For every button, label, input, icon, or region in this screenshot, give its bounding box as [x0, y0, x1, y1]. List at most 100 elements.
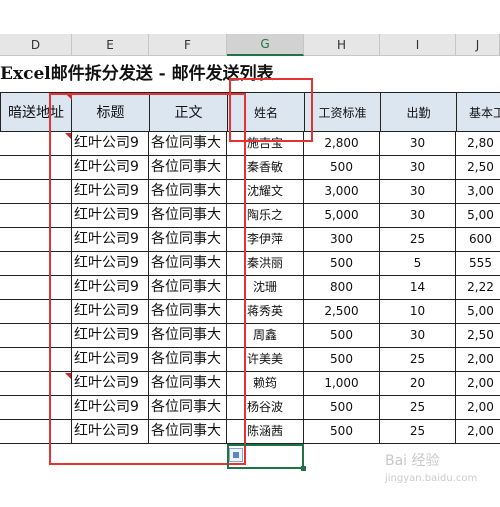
column-header-i[interactable]: I [380, 34, 456, 56]
base-cell[interactable]: 2,80 [456, 132, 500, 156]
column-header-g[interactable]: G [227, 34, 304, 56]
column-header-j[interactable]: J [456, 34, 500, 56]
bcc-cell[interactable] [0, 228, 72, 252]
bcc-cell[interactable] [0, 204, 72, 228]
wage-cell[interactable]: 500 [304, 420, 380, 444]
base-cell[interactable]: 3,00 [456, 180, 500, 204]
attendance-cell[interactable]: 25 [380, 228, 456, 252]
base-cell[interactable]: 2,22 [456, 276, 500, 300]
body-cell[interactable]: 各位同事大 [149, 324, 227, 348]
subject-cell[interactable]: 红叶公司9 [72, 348, 149, 372]
attendance-cell[interactable]: 25 [380, 420, 456, 444]
body-cell[interactable]: 各位同事大 [149, 132, 227, 156]
wage-cell[interactable]: 1,000 [304, 372, 380, 396]
name-cell[interactable]: 施吉宝 [227, 132, 304, 156]
column-header-f[interactable]: F [149, 34, 227, 56]
body-cell[interactable]: 各位同事大 [149, 252, 227, 276]
base-cell[interactable]: 5,00 [456, 204, 500, 228]
name-cell[interactable]: 沈耀文 [227, 180, 304, 204]
base-cell[interactable]: 2,00 [456, 396, 500, 420]
name-cell[interactable]: 陶乐之 [227, 204, 304, 228]
wage-cell[interactable]: 2,800 [304, 132, 380, 156]
attendance-cell[interactable]: 25 [380, 396, 456, 420]
attendance-cell[interactable]: 10 [380, 300, 456, 324]
wage-cell[interactable]: 500 [304, 252, 380, 276]
name-cell[interactable]: 许美美 [227, 348, 304, 372]
base-cell[interactable]: 2,50 [456, 324, 500, 348]
header-wage-standard[interactable]: 工资标准 [304, 92, 381, 132]
name-cell[interactable]: 沈珊 [227, 276, 304, 300]
name-cell[interactable]: 陈涵茜 [227, 420, 304, 444]
wage-cell[interactable]: 2,500 [304, 300, 380, 324]
attendance-cell[interactable]: 20 [380, 372, 456, 396]
subject-cell[interactable]: 红叶公司9 [72, 180, 149, 204]
header-bcc-address[interactable]: 暗送地址 [0, 92, 72, 132]
column-header-e[interactable]: E [72, 34, 149, 56]
header-name[interactable]: 姓名 [227, 92, 305, 132]
attendance-cell[interactable]: 25 [380, 348, 456, 372]
wage-cell[interactable]: 800 [304, 276, 380, 300]
paste-options-icon[interactable] [229, 448, 243, 462]
subject-cell[interactable]: 红叶公司9 [72, 156, 149, 180]
bcc-cell[interactable] [0, 156, 72, 180]
body-cell[interactable]: 各位同事大 [149, 156, 227, 180]
wage-cell[interactable]: 300 [304, 228, 380, 252]
attendance-cell[interactable]: 30 [380, 156, 456, 180]
bcc-cell[interactable] [0, 396, 72, 420]
body-cell[interactable]: 各位同事大 [149, 204, 227, 228]
name-cell[interactable]: 杨谷波 [227, 396, 304, 420]
wage-cell[interactable]: 500 [304, 324, 380, 348]
attendance-cell[interactable]: 14 [380, 276, 456, 300]
body-cell[interactable]: 各位同事大 [149, 372, 227, 396]
header-attendance[interactable]: 出勤 [380, 92, 457, 132]
name-cell[interactable]: 秦香敏 [227, 156, 304, 180]
fill-handle[interactable] [301, 466, 306, 471]
bcc-cell[interactable] [0, 252, 72, 276]
column-header-h[interactable]: H [304, 34, 380, 56]
name-cell[interactable]: 赖筠 [227, 372, 304, 396]
bcc-cell[interactable] [0, 372, 72, 396]
body-cell[interactable]: 各位同事大 [149, 348, 227, 372]
wage-cell[interactable]: 500 [304, 396, 380, 420]
body-cell[interactable]: 各位同事大 [149, 396, 227, 420]
column-header-d[interactable]: D [0, 34, 72, 56]
base-cell[interactable]: 2,00 [456, 348, 500, 372]
subject-cell[interactable]: 红叶公司9 [72, 396, 149, 420]
bcc-cell[interactable] [0, 276, 72, 300]
name-cell[interactable]: 李伊萍 [227, 228, 304, 252]
body-cell[interactable]: 各位同事大 [149, 420, 227, 444]
subject-cell[interactable]: 红叶公司9 [72, 204, 149, 228]
wage-cell[interactable]: 500 [304, 156, 380, 180]
subject-cell[interactable]: 红叶公司9 [72, 228, 149, 252]
body-cell[interactable]: 各位同事大 [149, 276, 227, 300]
attendance-cell[interactable]: 5 [380, 252, 456, 276]
subject-cell[interactable]: 红叶公司9 [72, 420, 149, 444]
attendance-cell[interactable]: 30 [380, 324, 456, 348]
attendance-cell[interactable]: 30 [380, 180, 456, 204]
name-cell[interactable]: 蒋秀英 [227, 300, 304, 324]
base-cell[interactable]: 2,00 [456, 372, 500, 396]
attendance-cell[interactable]: 30 [380, 132, 456, 156]
subject-cell[interactable]: 红叶公司9 [72, 252, 149, 276]
base-cell[interactable]: 555 [456, 252, 500, 276]
header-subject[interactable]: 标题 [71, 92, 150, 132]
wage-cell[interactable]: 500 [304, 348, 380, 372]
subject-cell[interactable]: 红叶公司9 [72, 372, 149, 396]
base-cell[interactable]: 2,00 [456, 420, 500, 444]
header-base-salary[interactable]: 基本工 [456, 92, 500, 132]
wage-cell[interactable]: 3,000 [304, 180, 380, 204]
subject-cell[interactable]: 红叶公司9 [72, 276, 149, 300]
body-cell[interactable]: 各位同事大 [149, 228, 227, 252]
base-cell[interactable]: 5,00 [456, 300, 500, 324]
bcc-cell[interactable] [0, 180, 72, 204]
header-body[interactable]: 正文 [149, 92, 228, 132]
subject-cell[interactable]: 红叶公司9 [72, 300, 149, 324]
bcc-cell[interactable] [0, 420, 72, 444]
subject-cell[interactable]: 红叶公司9 [72, 132, 149, 156]
bcc-cell[interactable] [0, 300, 72, 324]
body-cell[interactable]: 各位同事大 [149, 300, 227, 324]
base-cell[interactable]: 600 [456, 228, 500, 252]
bcc-cell[interactable] [0, 348, 72, 372]
bcc-cell[interactable] [0, 132, 72, 156]
body-cell[interactable]: 各位同事大 [149, 180, 227, 204]
